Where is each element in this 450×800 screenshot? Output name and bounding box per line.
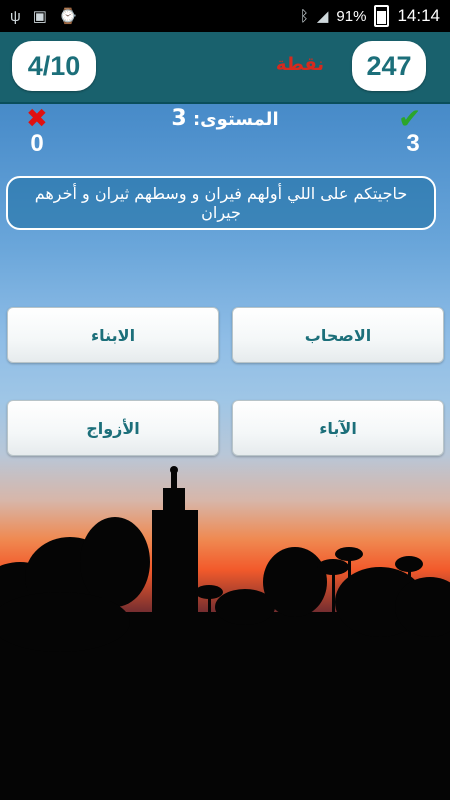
wrong-answers-count: 0 bbox=[30, 130, 44, 157]
signal-icon: ◢ bbox=[316, 8, 329, 25]
battery-percent: 91% bbox=[336, 7, 367, 25]
question-box: حاجيتكم على اللي أولهم فيران و وسطهم ثير… bbox=[6, 176, 436, 230]
status-bar-right: ᛒ ◢ 91% 14:14 bbox=[300, 5, 450, 27]
usb-icon: ψ bbox=[10, 7, 21, 25]
battery-icon bbox=[374, 5, 390, 27]
answer-button-4[interactable]: الأزواج bbox=[7, 400, 219, 456]
level-label: المستوى: bbox=[192, 109, 279, 130]
image-icon: ▣ bbox=[32, 8, 47, 25]
clock: 14:14 bbox=[397, 6, 440, 25]
correct-answers-count: 3 bbox=[406, 130, 420, 157]
answer-button-2[interactable]: الابناء bbox=[7, 307, 219, 363]
score-badge: 247 bbox=[352, 41, 426, 91]
status-bar-left: ψ ▣ ⌚ bbox=[0, 7, 78, 26]
level-value: 3 bbox=[171, 106, 187, 131]
header-divider bbox=[0, 102, 450, 104]
status-bar: ψ ▣ ⌚ ᛒ ◢ 91% 14:14 bbox=[0, 0, 450, 32]
answer-button-1[interactable]: الاصحاب bbox=[232, 307, 444, 363]
watch-icon: ⌚ bbox=[58, 8, 78, 25]
bluetooth-icon: ᛒ bbox=[299, 7, 309, 25]
points-label: نقطة bbox=[275, 54, 325, 75]
question-progress-badge: 4/10 bbox=[12, 41, 96, 91]
answer-button-3[interactable]: الآباء bbox=[232, 400, 444, 456]
level-indicator: المستوى: 3 bbox=[150, 106, 300, 131]
header-bar: 4/10 نقطة 247 bbox=[0, 32, 450, 102]
